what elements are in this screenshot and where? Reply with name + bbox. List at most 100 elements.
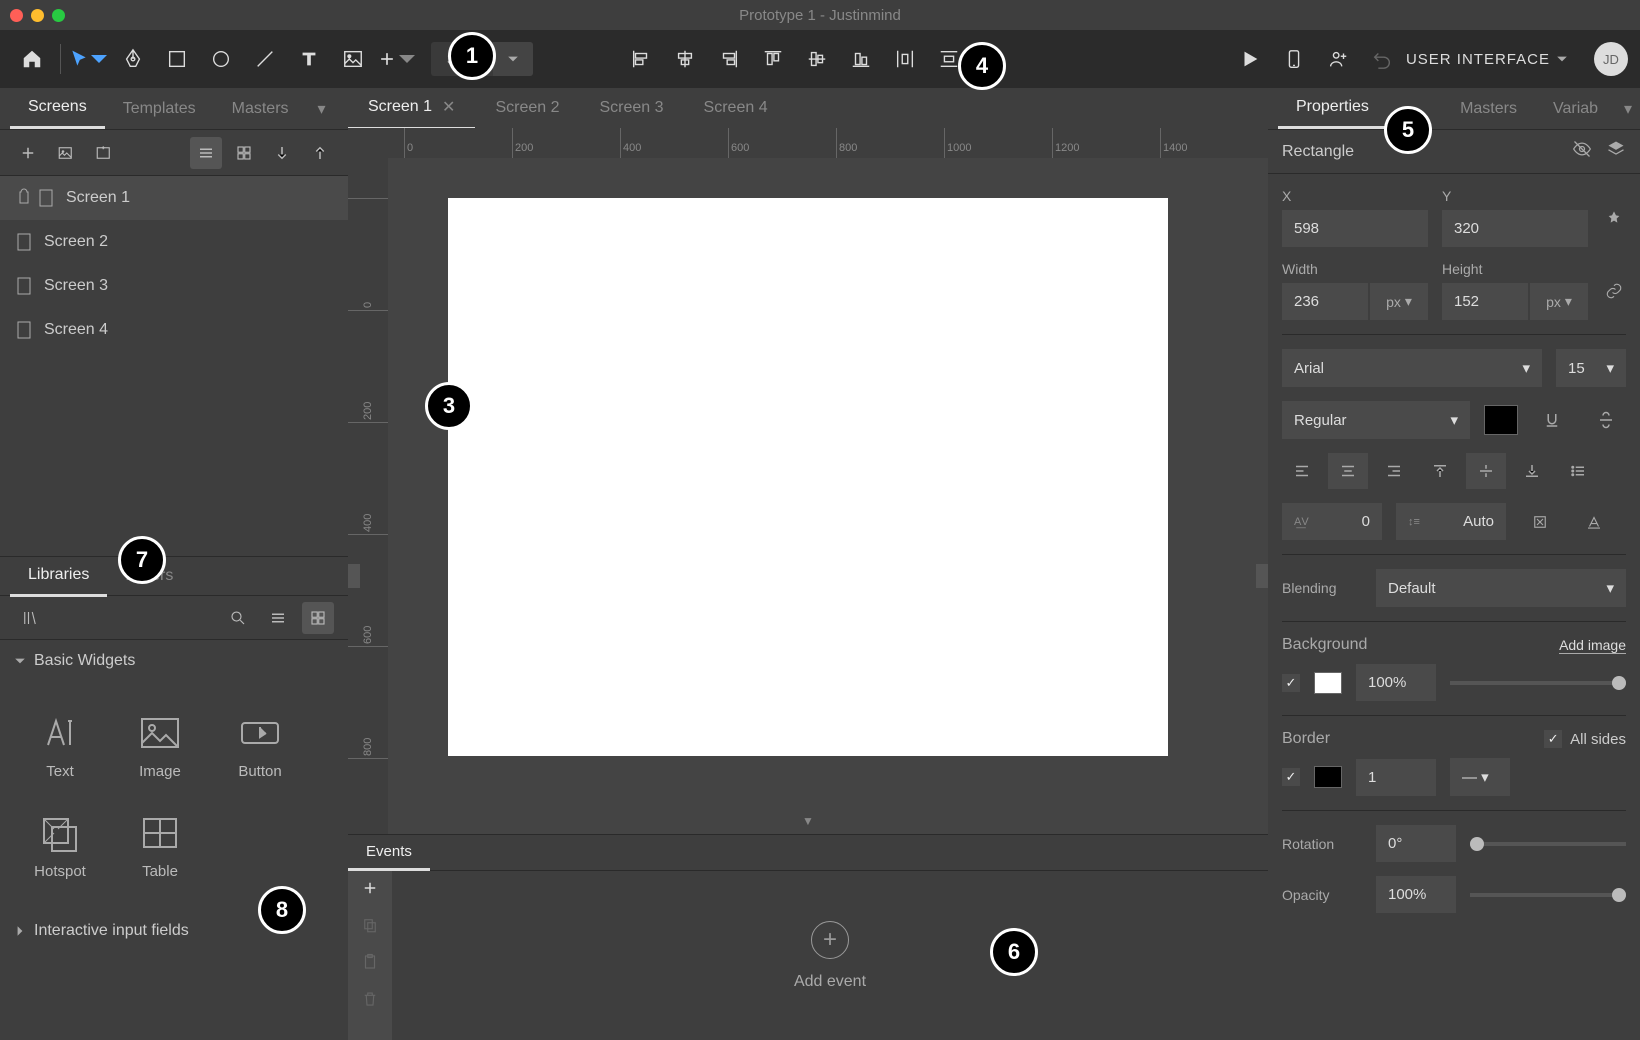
font-size-dropdown[interactable]: 15▾ (1556, 349, 1626, 387)
window-zoom-icon[interactable] (52, 9, 65, 22)
artboard[interactable] (448, 198, 1168, 756)
tab-events[interactable]: Events (348, 835, 430, 871)
text-color-swatch[interactable] (1484, 405, 1518, 435)
collapse-left-icon[interactable] (348, 564, 360, 588)
background-opacity-slider[interactable] (1450, 681, 1626, 685)
tab-libraries[interactable]: Libraries (10, 556, 107, 597)
align-middle-v-icon[interactable] (797, 39, 837, 79)
play-icon[interactable] (1230, 39, 1270, 79)
user-avatar[interactable]: JD (1594, 42, 1628, 76)
screen-row[interactable]: Screen 1 (0, 176, 348, 220)
close-icon[interactable]: ✕ (442, 97, 455, 117)
paste-event-icon[interactable] (361, 953, 379, 976)
font-family-dropdown[interactable]: Arial▾ (1282, 349, 1542, 387)
autosize-icon[interactable] (1520, 504, 1560, 540)
opacity-input[interactable] (1376, 876, 1456, 913)
select-tool-icon[interactable] (69, 39, 109, 79)
line-tool-icon[interactable] (245, 39, 285, 79)
tab-templates[interactable]: Templates (105, 90, 214, 128)
tab-properties[interactable]: Properties (1278, 88, 1387, 129)
canvas-area[interactable] (388, 158, 1268, 820)
letter-spacing-input[interactable]: A͟V 0 (1282, 503, 1382, 540)
vertical-align-bottom-icon[interactable] (1512, 453, 1552, 489)
align-left-icon[interactable] (621, 39, 661, 79)
delete-event-icon[interactable] (361, 990, 379, 1013)
rectangle-tool-icon[interactable] (157, 39, 197, 79)
y-input[interactable] (1442, 210, 1588, 247)
widget-text[interactable]: Text (10, 696, 110, 796)
visibility-icon[interactable] (1572, 139, 1592, 164)
strikethrough-icon[interactable] (1586, 402, 1626, 438)
screen-row[interactable]: Screen 3 (0, 264, 348, 308)
window-minimize-icon[interactable] (31, 9, 44, 22)
align-bottom-icon[interactable] (841, 39, 881, 79)
align-right-icon[interactable] (709, 39, 749, 79)
share-user-icon[interactable] (1318, 39, 1358, 79)
pen-tool-icon[interactable] (113, 39, 153, 79)
border-checkbox[interactable]: ✓ (1282, 768, 1300, 786)
underline-icon[interactable] (1532, 402, 1572, 438)
text-align-center-icon[interactable] (1328, 453, 1368, 489)
tab-masters-left[interactable]: Masters (214, 90, 307, 128)
canvas-tab[interactable]: Screen 4 (684, 89, 788, 127)
link-dimensions-icon[interactable] (1602, 282, 1626, 300)
device-preview-icon[interactable] (1274, 39, 1314, 79)
tab-variables[interactable]: Variab (1535, 90, 1616, 128)
canvas-tab[interactable]: Screen 3 (580, 89, 684, 127)
add-image-link[interactable]: Add image (1559, 637, 1626, 654)
add-event-button[interactable]: + (811, 921, 849, 959)
section-basic-widgets[interactable]: Basic Widgets (0, 640, 348, 682)
tab-screens[interactable]: Screens (10, 88, 105, 129)
opacity-slider[interactable] (1470, 893, 1626, 897)
ellipse-tool-icon[interactable] (201, 39, 241, 79)
background-checkbox[interactable]: ✓ (1282, 674, 1300, 692)
tab-masters-right[interactable]: Masters (1442, 90, 1535, 128)
library-icon[interactable] (14, 602, 46, 634)
expand-down-icon[interactable]: ▼ (802, 814, 814, 828)
rotation-slider[interactable] (1470, 842, 1626, 846)
zoom-dropdown-icon[interactable] (493, 42, 533, 76)
add-event-icon[interactable] (361, 879, 379, 902)
undo-icon[interactable] (1362, 39, 1402, 79)
height-unit-dropdown[interactable]: px ▾ (1530, 283, 1588, 320)
canvas-tab[interactable]: Screen 1 ✕ (348, 87, 475, 130)
height-input[interactable] (1442, 283, 1528, 320)
props-tabs-overflow-icon[interactable]: ▾ (1616, 99, 1640, 119)
distribute-h-icon[interactable] (885, 39, 925, 79)
list-view-icon[interactable] (190, 137, 222, 169)
home-icon[interactable] (12, 39, 52, 79)
sort-up-icon[interactable] (304, 137, 336, 169)
border-color-swatch[interactable] (1314, 766, 1342, 788)
add-folder-icon[interactable] (88, 137, 120, 169)
border-style-dropdown[interactable]: — ▾ (1450, 758, 1510, 796)
blending-dropdown[interactable]: Default▾ (1376, 569, 1626, 607)
list-view-icon[interactable] (262, 602, 294, 634)
screen-row[interactable]: Screen 2 (0, 220, 348, 264)
vertical-align-top-icon[interactable] (1420, 453, 1460, 489)
widget-button[interactable]: Button (210, 696, 310, 796)
all-sides-checkbox[interactable]: ✓ (1544, 730, 1562, 748)
list-icon[interactable] (1558, 453, 1598, 489)
text-align-right-icon[interactable] (1374, 453, 1414, 489)
text-tool-icon[interactable] (289, 39, 329, 79)
border-width-input[interactable] (1356, 759, 1436, 796)
grid-view-icon[interactable] (228, 137, 260, 169)
rotation-input[interactable] (1376, 825, 1456, 862)
add-screen-icon[interactable] (12, 137, 44, 169)
image-tool-icon[interactable] (333, 39, 373, 79)
widget-hotspot[interactable]: Hotspot (10, 796, 110, 896)
screen-row[interactable]: Screen 4 (0, 308, 348, 352)
add-image-icon[interactable] (50, 137, 82, 169)
vertical-align-middle-icon[interactable] (1466, 453, 1506, 489)
line-height-input[interactable]: ↕≡ Auto (1396, 503, 1506, 540)
widget-image[interactable]: Image (110, 696, 210, 796)
width-input[interactable] (1282, 283, 1368, 320)
duplicate-event-icon[interactable] (361, 916, 379, 939)
add-tool-icon[interactable] (377, 39, 417, 79)
font-weight-dropdown[interactable]: Regular▾ (1282, 401, 1470, 439)
canvas-tab[interactable]: Screen 2 (475, 89, 579, 127)
x-input[interactable] (1282, 210, 1428, 247)
widget-table[interactable]: Table (110, 796, 210, 896)
align-center-h-icon[interactable] (665, 39, 705, 79)
text-align-left-icon[interactable] (1282, 453, 1322, 489)
